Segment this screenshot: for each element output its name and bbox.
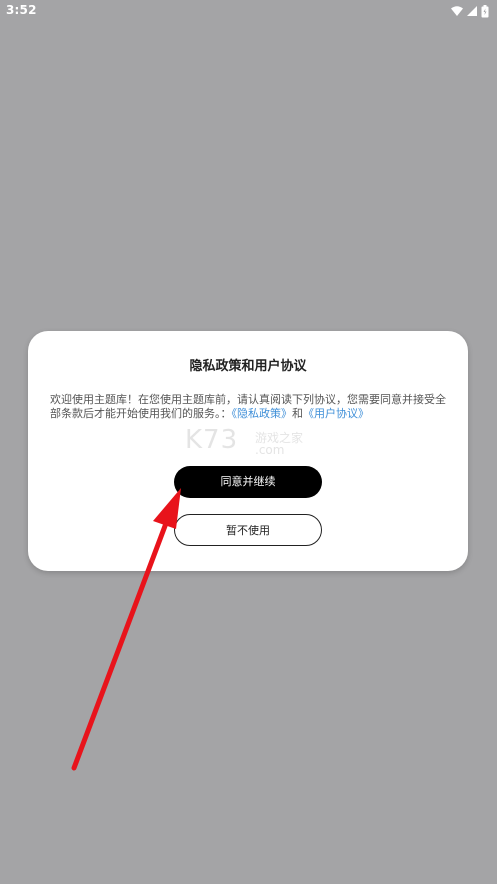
battery-icon xyxy=(481,5,489,18)
watermark-logo: K73 游戏之家 .com xyxy=(185,425,355,461)
cell-signal-icon xyxy=(466,5,478,17)
decline-button[interactable]: 暂不使用 xyxy=(174,514,322,546)
watermark-brand: K73 xyxy=(185,425,239,455)
dialog-body-conjunction: 和 xyxy=(292,407,303,420)
status-icons xyxy=(451,4,489,18)
dialog-title: 隐私政策和用户协议 xyxy=(189,359,307,374)
status-bar: 3:52 xyxy=(0,0,497,22)
user-agreement-link[interactable]: 《用户协议》 xyxy=(303,407,369,420)
privacy-policy-link[interactable]: 《隐私政策》 xyxy=(232,407,293,420)
watermark-domain: .com xyxy=(255,443,285,457)
dialog-body: 欢迎使用主题库！在您使用主题库前，请认真阅读下列协议，您需要同意并接受全部条款后… xyxy=(50,393,448,421)
agree-continue-button[interactable]: 同意并继续 xyxy=(174,466,322,498)
privacy-dialog: 隐私政策和用户协议 欢迎使用主题库！在您使用主题库前，请认真阅读下列协议，您需要… xyxy=(28,331,468,571)
status-time: 3:52 xyxy=(6,3,37,17)
wifi-icon xyxy=(451,5,463,17)
